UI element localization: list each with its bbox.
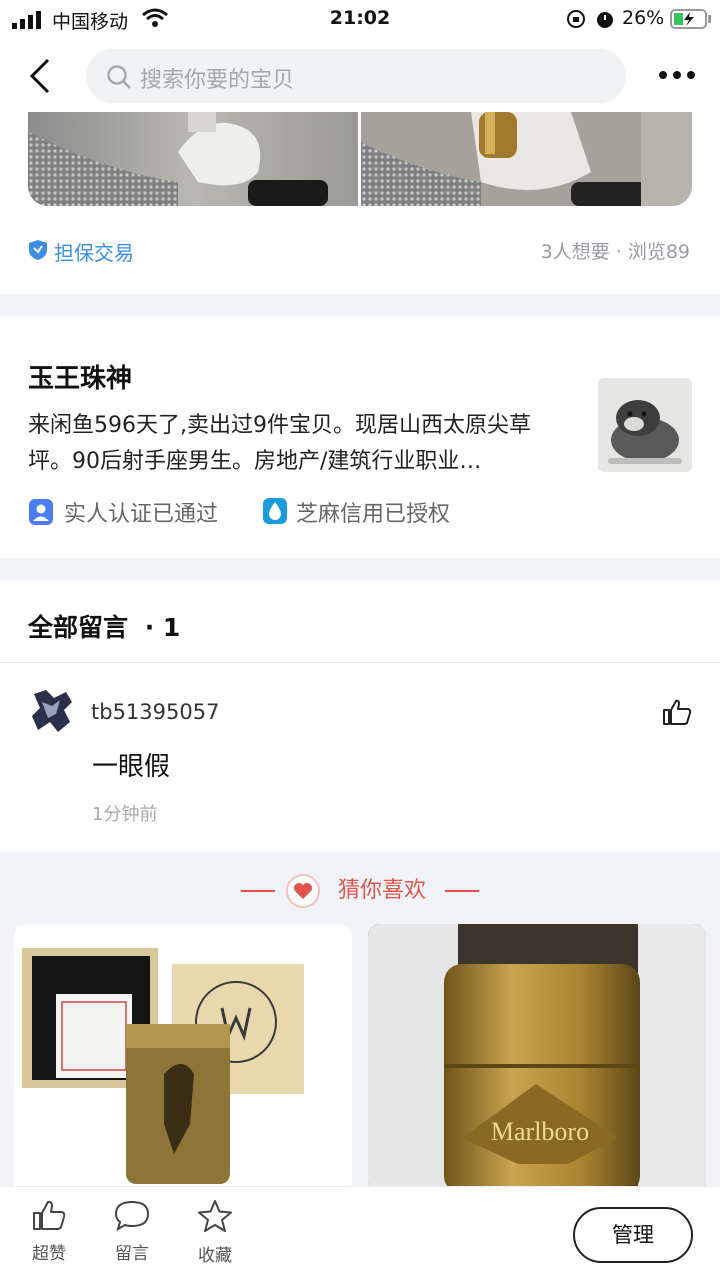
seller-avatar[interactable] — [598, 378, 692, 472]
sesame-credit-badge: 芝麻信用已授权 — [296, 502, 451, 527]
comments-header: 全部留言 · 1 — [28, 608, 180, 644]
like-button[interactable]: 超赞 — [14, 1199, 84, 1264]
heart-icon — [240, 874, 320, 908]
manage-button[interactable]: 管理 — [573, 1207, 693, 1263]
seller-description: 来闲鱼596天了,卖出过9件宝贝。现居山西太原尖草坪。90后射手座男生。房地产/… — [28, 413, 531, 474]
favorite-label: 收藏 — [198, 1246, 232, 1266]
comments-title: 全部留言 — [28, 613, 129, 642]
real-person-badge: 实人认证已通过 — [64, 502, 219, 527]
shield-icon — [29, 240, 47, 260]
product-photo[interactable] — [361, 112, 692, 206]
recommendations: 猜你喜欢 Marlboro — [0, 852, 720, 1194]
star-icon — [198, 1200, 232, 1232]
sesame-credit-icon — [263, 498, 287, 524]
comments-section: 全部留言 · 1 tb51395057 一眼假 1分钟前 — [0, 580, 720, 852]
comment-icon — [114, 1200, 150, 1232]
thumbs-up-icon[interactable] — [662, 698, 692, 726]
search-input[interactable]: 搜索你要的宝贝 — [86, 49, 626, 103]
comment-time: 1分钟前 — [92, 804, 158, 825]
bottom-action-bar: 超赞 留言 收藏 管理 — [0, 1186, 720, 1280]
recommend-card[interactable] — [14, 924, 352, 1194]
comment-button[interactable]: 留言 — [97, 1199, 167, 1264]
more-icon[interactable] — [658, 70, 696, 80]
recommend-title: 猜你喜欢 — [0, 872, 720, 908]
marlboro-engraving: Marlboro — [491, 1117, 589, 1146]
product-image — [14, 924, 352, 1194]
recommend-card[interactable]: Marlboro — [368, 924, 706, 1194]
search-icon — [107, 65, 131, 89]
want-view-stats: 3人想要 · 浏览89 — [540, 241, 690, 263]
commenter-avatar[interactable] — [28, 688, 76, 736]
comment-text: 一眼假 — [92, 752, 171, 782]
seller-card[interactable]: 玉王珠神 来闲鱼596天了,卖出过9件宝贝。现居山西太原尖草坪。90后射手座男生… — [0, 316, 720, 558]
search-placeholder: 搜索你要的宝贝 — [140, 68, 295, 93]
back-icon[interactable] — [28, 58, 52, 94]
comments-count: · 1 — [144, 613, 181, 642]
like-label: 超赞 — [32, 1244, 66, 1264]
alarm-icon — [597, 12, 613, 28]
product-image: Marlboro — [368, 924, 706, 1194]
commenter-name[interactable]: tb51395057 — [91, 700, 219, 724]
thumbs-up-icon — [33, 1200, 66, 1230]
real-person-verified-icon — [29, 499, 53, 525]
battery-percent: 26% — [622, 7, 665, 29]
status-bar: 中国移动 21:02 26% — [0, 0, 720, 40]
seller-name: 玉王珠神 — [28, 364, 133, 394]
product-photo[interactable] — [28, 112, 358, 206]
top-nav: 搜索你要的宝贝 — [0, 40, 720, 112]
divider — [0, 662, 720, 663]
title-dash — [445, 890, 479, 892]
product-images — [0, 112, 720, 212]
guarantee-trade-link[interactable]: 担保交易 — [54, 237, 134, 266]
trade-info: 担保交易 3人想要 · 浏览89 — [0, 212, 720, 294]
battery-icon — [670, 9, 711, 29]
comment-label: 留言 — [115, 1244, 149, 1264]
recommend-label: 猜你喜欢 — [337, 878, 426, 903]
orientation-lock-icon — [567, 10, 585, 28]
favorite-button[interactable]: 收藏 — [180, 1199, 250, 1266]
